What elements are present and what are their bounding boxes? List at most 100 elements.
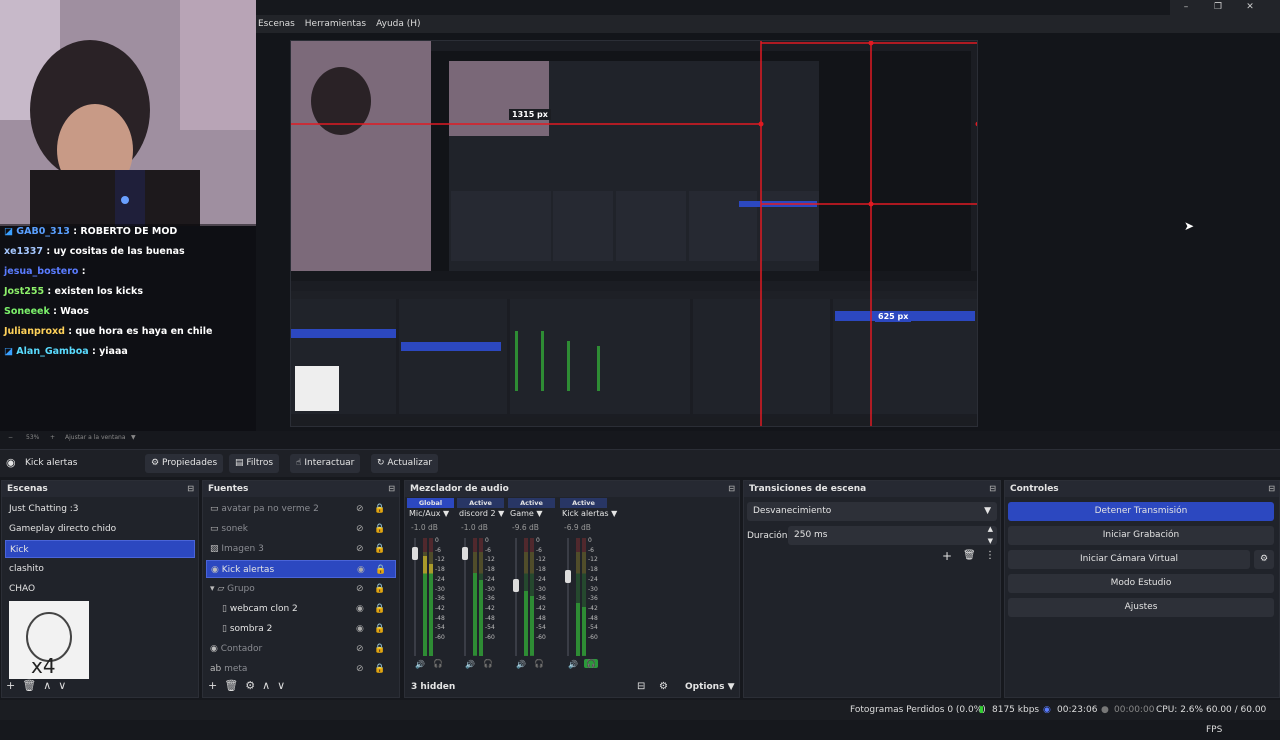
lock-icon[interactable]: 🔒 — [374, 640, 385, 658]
record-icon: ● — [1101, 705, 1109, 715]
source-item[interactable]: ▭ sonek ⊘ 🔒 — [206, 520, 396, 538]
visibility-icon[interactable]: ⊘ — [356, 580, 364, 598]
speaker-icon[interactable]: 🔊 — [465, 660, 475, 669]
headphone-icon[interactable]: 🎧 — [431, 659, 445, 668]
source-properties-button[interactable]: ⚙ — [245, 679, 255, 692]
remove-source-button[interactable]: 🗑 — [224, 679, 238, 692]
source-item[interactable]: ▭ avatar pa no verme 2 ⊘ 🔒 — [206, 500, 396, 518]
start-recording-button[interactable]: Iniciar Grabación — [1008, 526, 1274, 545]
settings-button[interactable]: Ajustes — [1008, 598, 1274, 617]
source-item[interactable]: ▨ Imagen 3 ⊘ 🔒 — [206, 540, 396, 558]
volume-fader[interactable] — [412, 547, 418, 561]
popout-icon[interactable]: ⊟ — [989, 481, 996, 497]
scene-item[interactable]: Gameplay directo chido — [5, 520, 195, 538]
fader-track[interactable] — [567, 538, 569, 656]
studio-mode-button[interactable]: Modo Estudio — [1008, 574, 1274, 593]
channel-name[interactable]: discord 2 ▼ — [459, 509, 504, 518]
channel-name[interactable]: Kick alertas ▼ — [562, 509, 617, 518]
lock-icon[interactable]: 🔒 — [374, 660, 385, 678]
zoom-out-button[interactable]: − — [8, 434, 13, 441]
headphone-active-icon[interactable]: 🎧 — [584, 659, 598, 668]
channel-name[interactable]: Mic/Aux ▼ — [409, 509, 449, 518]
lock-icon[interactable]: 🔒 — [374, 620, 385, 638]
lock-icon[interactable]: 🔒 — [374, 520, 385, 538]
add-transition-button[interactable]: + — [942, 549, 952, 563]
menu-help[interactable]: Ayuda (H) — [376, 15, 420, 33]
volume-fader[interactable] — [462, 547, 468, 561]
scene-item[interactable]: CHAO — [5, 580, 195, 598]
db-tick: -18 — [536, 566, 546, 574]
source-item[interactable]: ▯ sombra 2 ◉ 🔒 — [206, 620, 396, 638]
remove-scene-button[interactable]: 🗑 — [22, 679, 36, 692]
visibility-icon[interactable]: ⊘ — [356, 500, 364, 518]
lock-icon[interactable]: 🔒 — [374, 600, 385, 618]
popout-icon[interactable]: ⊟ — [187, 481, 194, 497]
source-item[interactable]: ▯ webcam clon 2 ◉ 🔒 — [206, 600, 396, 618]
visibility-icon[interactable]: ⊘ — [356, 540, 364, 558]
scene-item[interactable]: clashito — [5, 560, 195, 578]
volume-fader[interactable] — [565, 569, 571, 583]
speaker-icon[interactable]: 🔊 — [516, 660, 526, 669]
zoom-level: 53% — [26, 434, 40, 441]
headphone-icon[interactable]: 🎧 — [481, 659, 495, 668]
advanced-audio-icon[interactable]: ⚙ — [659, 681, 668, 692]
visibility-icon[interactable]: ⊘ — [356, 660, 364, 678]
menu-tools[interactable]: Herramientas — [305, 15, 366, 33]
interact-button[interactable]: ☝ Interactuar — [290, 454, 361, 473]
preview-canvas[interactable]: 1315 px 625 px — [290, 40, 978, 427]
restore-button[interactable]: ❐ — [1202, 0, 1234, 15]
stop-streaming-button[interactable]: Detener Transmisión — [1008, 502, 1274, 521]
visibility-icon[interactable]: ⊘ — [356, 640, 364, 658]
options-button[interactable]: Options ▼ — [685, 682, 735, 692]
minimize-button[interactable]: – — [1170, 0, 1202, 15]
source-item[interactable]: ◉ Kick alertas ◉ 🔒 — [206, 560, 396, 578]
zoom-fit-select[interactable]: Ajustar a la ventana — [65, 434, 126, 441]
popout-icon[interactable]: ⊟ — [388, 481, 395, 497]
visibility-icon[interactable]: ◉ — [357, 561, 365, 579]
source-item[interactable]: ◉ Contador ⊘ 🔒 — [206, 640, 396, 658]
source-item[interactable]: ab meta ⊘ 🔒 — [206, 660, 396, 678]
source-up-button[interactable]: ∧ — [262, 679, 270, 692]
lock-icon[interactable]: 🔒 — [374, 580, 385, 598]
add-scene-button[interactable]: + — [6, 679, 15, 692]
scene-up-button[interactable]: ∧ — [43, 679, 51, 692]
filters-button[interactable]: ▤ Filtros — [229, 454, 280, 473]
remove-transition-button[interactable]: 🗑 — [963, 550, 976, 561]
popout-icon[interactable]: ⊟ — [728, 481, 735, 497]
add-source-button[interactable]: + — [208, 679, 217, 692]
visibility-icon[interactable]: ◉ — [356, 620, 364, 638]
lock-icon[interactable]: 🔒 — [374, 540, 385, 558]
virtual-camera-settings-button[interactable]: ⚙ — [1254, 550, 1274, 569]
source-down-button[interactable]: ∨ — [277, 679, 285, 692]
menu-scenes[interactable]: Escenas — [258, 15, 295, 33]
speaker-icon[interactable]: 🔊 — [568, 660, 578, 669]
properties-button[interactable]: ⚙ Propiedades — [145, 454, 224, 473]
scene-item[interactable]: Kick — [5, 540, 195, 558]
lock-icon[interactable]: 🔒 — [375, 561, 386, 579]
chevron-down-icon[interactable]: ▼ — [131, 434, 136, 441]
transition-select[interactable]: Desvanecimiento ▼ — [747, 502, 997, 521]
headphone-icon[interactable]: 🎧 — [532, 659, 546, 668]
lock-icon[interactable]: 🔒 — [374, 500, 385, 518]
scene-down-button[interactable]: ∨ — [58, 679, 66, 692]
scene-item[interactable]: Just Chatting :3 — [5, 500, 195, 518]
channel-name[interactable]: Game ▼ — [510, 509, 543, 518]
chat-message: jesua_bostero : — [4, 266, 86, 277]
fader-track[interactable] — [515, 538, 517, 656]
refresh-button[interactable]: ↻ Actualizar — [371, 454, 439, 473]
duration-input[interactable]: 250 ms ▲ ▼ — [788, 523, 997, 547]
db-tick: -24 — [536, 575, 546, 583]
visibility-icon[interactable]: ◉ — [356, 600, 364, 618]
close-button[interactable]: ✕ — [1234, 0, 1266, 15]
layout-icon[interactable]: ⊟ — [637, 681, 645, 692]
stepper-icon[interactable]: ▲ ▼ — [988, 523, 993, 547]
source-item[interactable]: ▾ ▱ Grupo ⊘ 🔒 — [206, 580, 396, 598]
visibility-icon[interactable]: ⊘ — [356, 520, 364, 538]
start-virtual-camera-button[interactable]: Iniciar Cámara Virtual — [1008, 550, 1250, 569]
db-tick: -36 — [435, 595, 445, 603]
popout-icon[interactable]: ⊟ — [1268, 481, 1275, 497]
more-icon[interactable]: ⋮ — [985, 550, 995, 561]
volume-fader[interactable] — [513, 579, 519, 593]
zoom-in-button[interactable]: + — [50, 434, 55, 441]
speaker-icon[interactable]: 🔊 — [415, 660, 425, 669]
